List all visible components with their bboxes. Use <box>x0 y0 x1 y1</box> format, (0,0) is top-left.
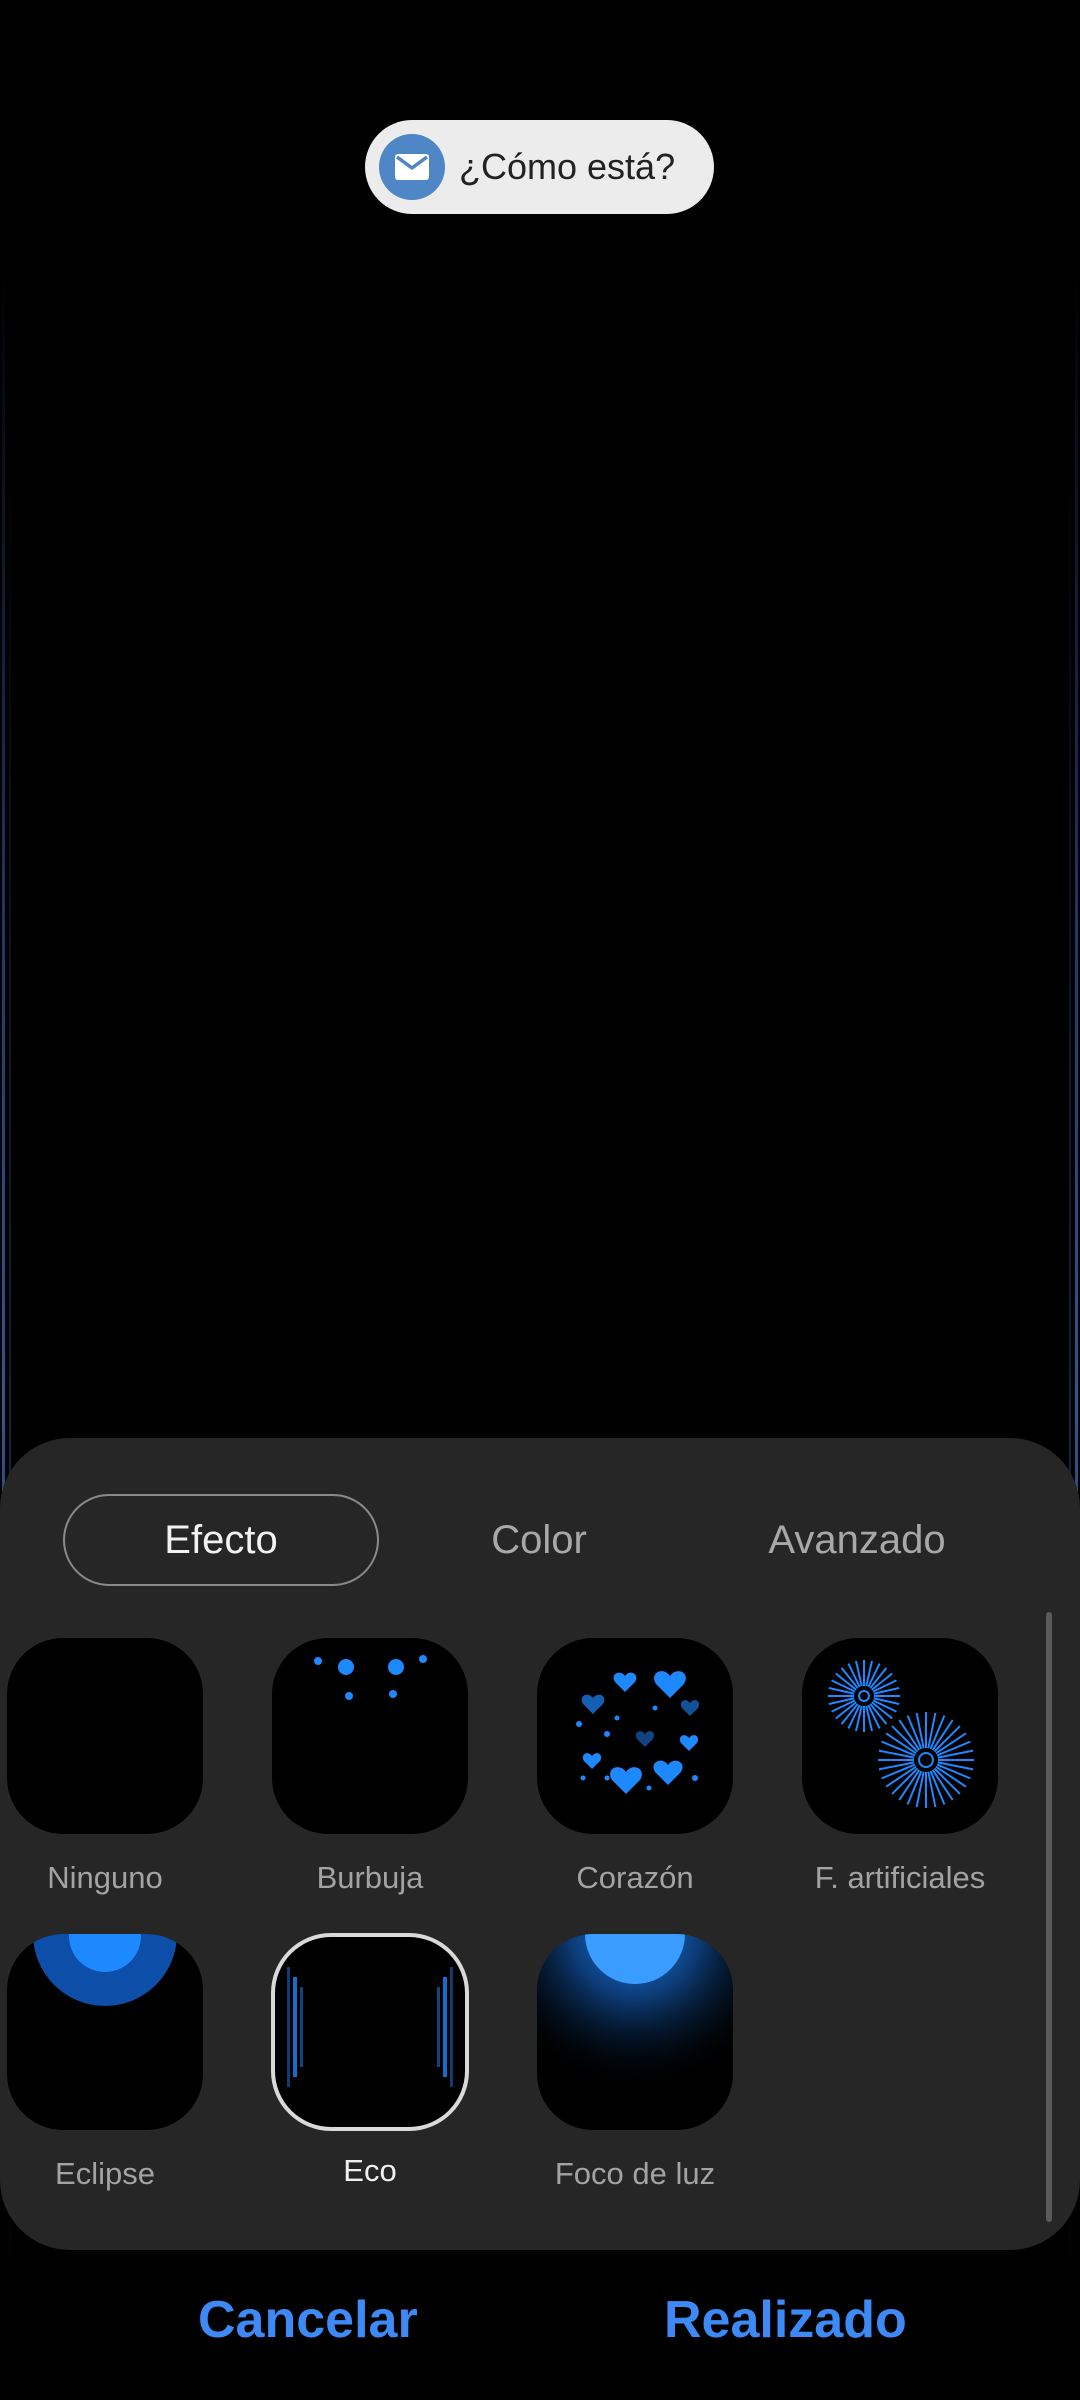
scrollbar[interactable] <box>1046 1612 1052 2222</box>
bubble-preview-icon <box>272 1638 468 1834</box>
effect-option-foco-de-luz[interactable]: Foco de luz <box>535 1934 735 2192</box>
effect-label: Eclipse <box>55 2156 155 2191</box>
none-preview-icon <box>7 1638 203 1834</box>
effect-label: Foco de luz <box>554 2156 716 2191</box>
heart-preview-icon <box>537 1638 733 1834</box>
effect-label: F. artificiales <box>814 1860 986 1895</box>
effect-option-eclipse[interactable]: Eclipse <box>5 1934 205 2192</box>
fireworks-preview-icon <box>802 1638 998 1834</box>
echo-preview-icon <box>275 1937 465 2127</box>
notification-message: ¿Cómo está? <box>459 146 676 187</box>
effect-label: Burbuja <box>316 1860 424 1895</box>
tab-efecto[interactable]: Efecto <box>63 1494 379 1586</box>
cancel-button[interactable]: Cancelar <box>198 2290 418 2350</box>
effect-label: Ninguno <box>47 1860 163 1895</box>
tab-color[interactable]: Color <box>381 1494 697 1586</box>
effect-option-burbuja[interactable]: Burbuja <box>270 1638 470 1896</box>
spotlight-preview-icon <box>537 1934 733 2130</box>
mail-icon <box>379 134 445 200</box>
edge-lighting-preview-screen: ¿Cómo está? Efecto Color Avanzado Ningun… <box>0 0 1080 2400</box>
notification-preview-pill: ¿Cómo está? <box>365 120 714 214</box>
effect-label: Corazón <box>576 1860 694 1895</box>
effect-option-ninguno[interactable]: Ninguno <box>5 1638 205 1896</box>
effect-label: Eco <box>343 2153 397 2188</box>
effect-option-fuegos-artificiales[interactable]: F. artificiales <box>800 1638 1000 1896</box>
done-button[interactable]: Realizado <box>664 2290 907 2350</box>
effect-settings-sheet: Efecto Color Avanzado Ninguno Burbuja Co… <box>0 1438 1080 2250</box>
effect-option-eco[interactable]: Eco <box>270 1934 470 2189</box>
eclipse-preview-icon <box>7 1934 203 2130</box>
tab-avanzado[interactable]: Avanzado <box>699 1494 1015 1586</box>
effect-option-corazon[interactable]: Corazón <box>535 1638 735 1896</box>
